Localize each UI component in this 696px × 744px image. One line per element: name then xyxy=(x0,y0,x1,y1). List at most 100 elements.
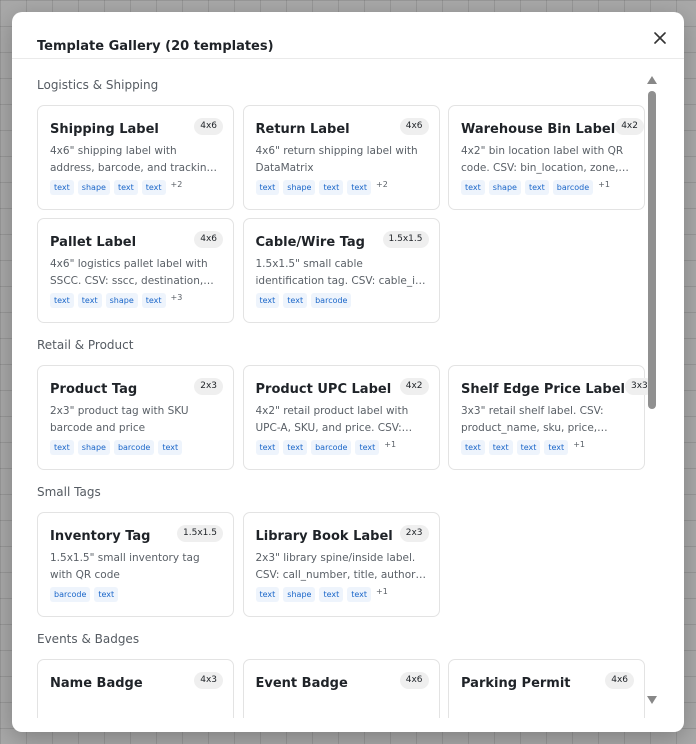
template-description: 2x3" library spine/inside label. CSV: ca… xyxy=(255,552,419,581)
template-card[interactable]: Product UPC Label 4x2 4x2" retail product … xyxy=(242,365,440,470)
modal-header: Template Gallery (20 templates) xyxy=(12,12,684,59)
template-card[interactable]: Parking Permit 4x6 xyxy=(448,659,645,718)
scroll-up-arrow-icon[interactable] xyxy=(647,76,657,84)
element-tags: text shape text text +2 xyxy=(50,180,223,195)
template-grid: Shipping Label 4x6 4x6" shipping label wit… xyxy=(37,105,645,323)
template-description xyxy=(256,697,429,718)
element-tags: text text barcode xyxy=(255,293,429,308)
template-name: Product Tag xyxy=(50,382,138,397)
element-tag: text xyxy=(158,440,183,455)
size-badge: 4x6 xyxy=(605,672,634,689)
element-tag: shape xyxy=(283,180,316,195)
element-tags: text shape text text +2 xyxy=(255,180,429,195)
card-header: Product Tag 2x3 xyxy=(50,378,223,398)
template-card[interactable]: Warehouse Bin Label 4x2 4x2" bin location … xyxy=(448,105,645,210)
element-tag: text xyxy=(283,440,308,455)
template-card[interactable]: Cable/Wire Tag 1.5x1.5 1.5x1.5" small cabl… xyxy=(242,218,440,323)
scrollbar-thumb[interactable] xyxy=(648,91,656,409)
element-tag: text xyxy=(461,180,485,195)
card-header: Return Label 4x6 xyxy=(256,118,429,138)
element-tag: shape xyxy=(488,180,521,195)
element-tag: barcode xyxy=(311,293,352,308)
template-description: 1.5x1.5" small cable identification tag.… xyxy=(255,258,426,287)
section-title: Logistics & Shipping xyxy=(37,78,159,92)
template-name: Name Badge xyxy=(50,676,143,691)
element-tag: text xyxy=(347,587,372,602)
template-description xyxy=(461,697,634,718)
element-tags: text shape text text +1 xyxy=(255,587,429,602)
close-icon xyxy=(654,32,666,44)
template-card[interactable]: Pallet Label 4x6 4x6" logistics pallet lab… xyxy=(37,218,234,323)
template-card[interactable]: Inventory Tag 1.5x1.5 1.5x1.5" small inven… xyxy=(37,512,234,617)
element-tag: text xyxy=(50,293,74,308)
element-tags: barcode text xyxy=(50,587,223,602)
card-header: Parking Permit 4x6 xyxy=(461,672,634,692)
template-name: Shelf Edge Price Label xyxy=(461,382,625,397)
template-name: Inventory Tag xyxy=(50,529,151,544)
element-tag: text xyxy=(283,293,308,308)
card-header: Shelf Edge Price Label 3x3 xyxy=(461,378,654,398)
element-tag: text xyxy=(255,587,280,602)
template-card[interactable]: Event Badge 4x6 xyxy=(242,659,440,718)
template-card[interactable]: Shelf Edge Price Label 3x3 3x3" retail she… xyxy=(448,365,654,470)
more-tags-count: +2 xyxy=(170,180,183,189)
element-tags: text text barcode text +1 xyxy=(255,440,429,455)
element-tag: barcode xyxy=(50,587,91,602)
section-title: Events & Badges xyxy=(37,632,140,646)
element-tags: text text text text +1 xyxy=(461,440,634,455)
card-header: Inventory Tag 1.5x1.5 xyxy=(50,525,223,545)
template-description: 4x2" bin location label with QR code. CS… xyxy=(461,145,624,174)
template-name: Product UPC Label xyxy=(255,382,392,397)
template-name: Parking Permit xyxy=(461,676,571,691)
more-tags-count: +3 xyxy=(170,293,183,302)
template-card[interactable]: Library Book Label 2x3 2x3" library spine/… xyxy=(242,512,440,617)
element-tags: text text shape text +3 xyxy=(50,293,223,308)
template-grid: Name Badge 4x3 Event Badge 4x6 Parking Permi… xyxy=(37,659,645,718)
card-header: Library Book Label 2x3 xyxy=(256,525,429,545)
section-title: Retail & Product xyxy=(37,338,134,352)
scrollbar[interactable] xyxy=(646,76,658,704)
element-tag: text xyxy=(319,587,344,602)
template-description xyxy=(50,697,223,718)
card-header: Warehouse Bin Label 4x2 xyxy=(461,118,644,138)
element-tag: barcode xyxy=(552,180,594,195)
element-tag: text xyxy=(113,180,138,195)
more-tags-count: +2 xyxy=(376,180,388,189)
template-card[interactable]: Shipping Label 4x6 4x6" shipping label wit… xyxy=(37,105,234,210)
element-tag: shape xyxy=(105,293,138,308)
element-tag: text xyxy=(255,293,280,308)
element-tag: text xyxy=(544,440,569,455)
element-tag: text xyxy=(94,587,119,602)
size-badge: 4x6 xyxy=(399,118,429,135)
template-card[interactable]: Name Badge 4x3 xyxy=(37,659,234,718)
size-badge: 4x6 xyxy=(399,672,429,689)
template-name: Event Badge xyxy=(255,676,348,691)
size-badge: 4x6 xyxy=(194,231,223,248)
size-badge: 4x6 xyxy=(194,118,223,135)
card-header: Pallet Label 4x6 xyxy=(50,231,223,251)
size-badge: 2x3 xyxy=(399,525,429,542)
template-grid: Product Tag 2x3 2x3" product tag with SKU … xyxy=(37,365,654,470)
template-description: 2x3" product tag with SKU barcode and pr… xyxy=(50,405,189,434)
template-name: Pallet Label xyxy=(50,235,137,250)
size-badge: 1.5x1.5 xyxy=(382,231,429,248)
more-tags-count: +1 xyxy=(376,587,388,596)
element-tag: text xyxy=(141,180,166,195)
template-card[interactable]: Product Tag 2x3 2x3" product tag with SKU … xyxy=(37,365,234,470)
size-badge: 4x2 xyxy=(615,118,644,135)
size-badge: 4x3 xyxy=(194,672,223,689)
gallery-body[interactable]: Logistics & Shipping Shipping Label 4x6 4x6… xyxy=(12,59,684,718)
card-header: Cable/Wire Tag 1.5x1.5 xyxy=(256,231,429,251)
template-description: 4x6" shipping label with address, barcod… xyxy=(50,145,214,174)
card-header: Event Badge 4x6 xyxy=(256,672,429,692)
close-button[interactable] xyxy=(650,28,670,48)
template-name: Shipping Label xyxy=(50,122,159,137)
element-tag: shape xyxy=(77,440,110,455)
scroll-down-arrow-icon[interactable] xyxy=(647,696,657,704)
template-description: 4x2" retail product label with UPC-A, SK… xyxy=(255,405,409,434)
template-description: 4x6" return shipping label with DataMatr… xyxy=(255,145,418,174)
template-card[interactable]: Return Label 4x6 4x6" return shipping labe… xyxy=(242,105,440,210)
template-description: 4x6" logistics pallet label with SSCC. C… xyxy=(50,258,208,287)
element-tag: text xyxy=(50,180,74,195)
more-tags-count: +1 xyxy=(384,440,397,449)
